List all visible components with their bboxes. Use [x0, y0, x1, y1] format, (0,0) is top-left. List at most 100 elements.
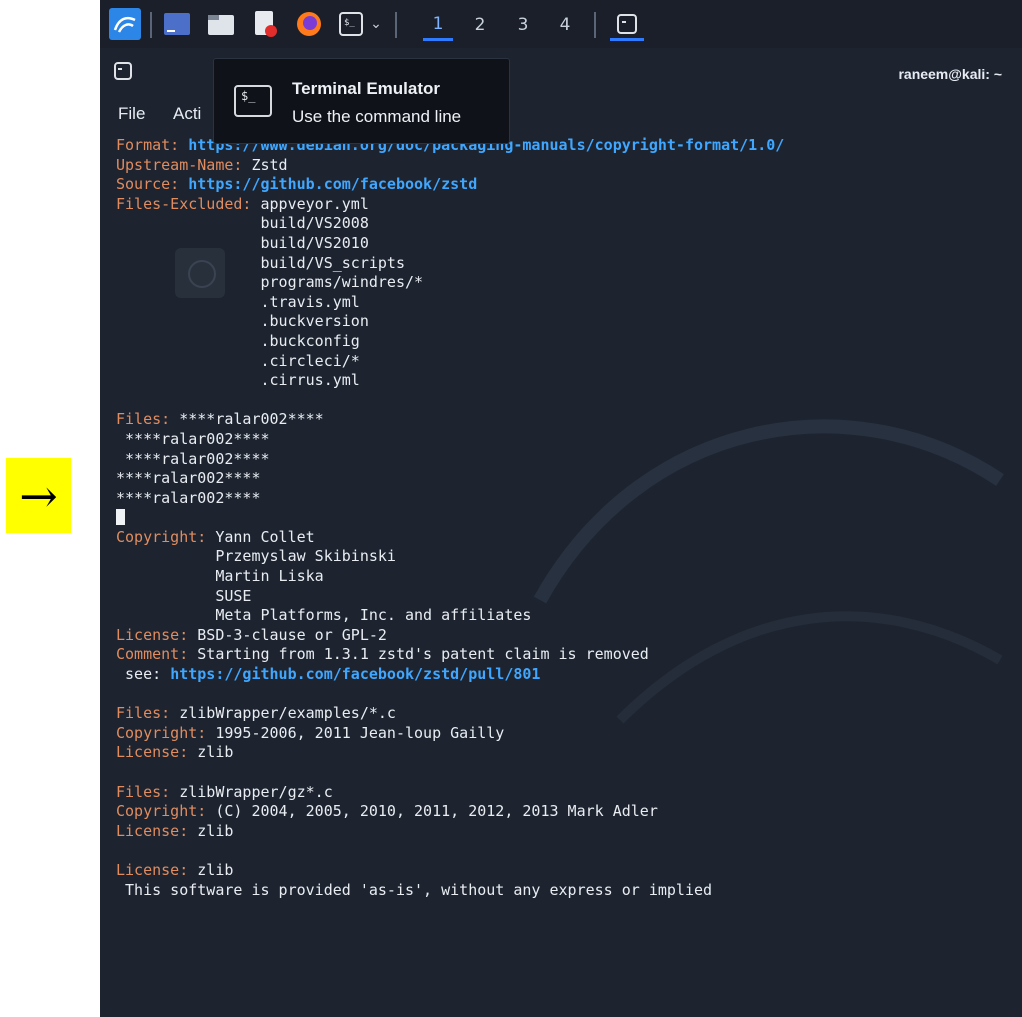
- terminal-line: SUSE: [116, 587, 1006, 607]
- terminal-line: Files: zlibWrapper/gz*.c: [116, 783, 1006, 803]
- terminal-line: Files: zlibWrapper/examples/*.c: [116, 704, 1006, 724]
- field-value: zlibWrapper/gz*.c: [170, 782, 333, 801]
- field-key: License:: [116, 625, 189, 644]
- field-key: Files-Excluded:: [116, 194, 252, 213]
- field-value: zlib: [188, 821, 234, 840]
- terminal-line: License: zlib: [116, 822, 1006, 842]
- terminal-line: see: https://github.com/facebook/zstd/pu…: [116, 665, 1006, 685]
- terminal-line: .buckconfig: [116, 332, 1006, 352]
- tooltip-subtitle: Use the command line: [292, 107, 462, 126]
- firefox-icon[interactable]: [294, 10, 324, 38]
- field-value: This software is provided 'as-is', witho…: [116, 880, 713, 899]
- field-value: ****ralar002****: [170, 410, 324, 429]
- arrow-annotation: →: [6, 458, 71, 533]
- field-value: (C) 2004, 2005, 2010, 2011, 2012, 2013 M…: [206, 802, 658, 821]
- field-key: License:: [116, 860, 189, 879]
- field-value: SUSE: [116, 586, 252, 605]
- field-value: zlib: [188, 860, 234, 879]
- terminal-output[interactable]: Format: https://www.debian.org/doc/packa…: [116, 136, 1006, 900]
- field-value: build/VS2008: [116, 214, 369, 233]
- terminal-line: Copyright: Yann Collet: [116, 528, 1006, 548]
- field-value: Martin Liska: [116, 567, 324, 586]
- terminal-line: Files: ****ralar002****: [116, 410, 1006, 430]
- field-value: zlib: [188, 743, 234, 762]
- terminal-line: [116, 508, 1006, 528]
- field-value: 1995-2006, 2011 Jean-loup Gailly: [206, 723, 505, 742]
- tooltip-title: Terminal Emulator: [292, 79, 440, 98]
- terminal-line: ****ralar002****: [116, 489, 1006, 509]
- terminal-line: License: zlib: [116, 743, 1006, 763]
- workspace-3[interactable]: 3: [508, 9, 538, 41]
- terminal-line: ****ralar002****: [116, 430, 1006, 450]
- window-title: raneem@kali: ~: [898, 66, 1002, 82]
- text-editor-icon[interactable]: [250, 10, 280, 38]
- field-value: ****ralar002****: [116, 488, 261, 507]
- workspace-1[interactable]: 1: [423, 9, 453, 41]
- terminal-line: ****ralar002****: [116, 469, 1006, 489]
- field-value: build/VS_scripts: [116, 253, 405, 272]
- field-value: Starting from 1.3.1 zstd's patent claim …: [188, 645, 649, 664]
- tooltip-terminal-icon: $_: [234, 85, 272, 117]
- tooltip: $_ Terminal Emulator Use the command lin…: [213, 58, 510, 144]
- terminal-line: programs/windres/*: [116, 273, 1006, 293]
- field-value: ****ralar002****: [116, 429, 270, 448]
- field-key: Upstream-Name:: [116, 155, 243, 174]
- url-link[interactable]: https://github.com/facebook/zstd: [188, 175, 477, 193]
- field-value: build/VS2010: [116, 233, 369, 252]
- field-value: .buckversion: [116, 312, 369, 331]
- field-value: zlibWrapper/examples/*.c: [170, 704, 396, 723]
- field-key: Files:: [116, 704, 171, 723]
- terminal-line: Upstream-Name: Zstd: [116, 156, 1006, 176]
- terminal-line: Meta Platforms, Inc. and affiliates: [116, 606, 1006, 626]
- field-value: ****ralar002****: [116, 469, 261, 488]
- field-key: Files:: [116, 410, 171, 429]
- field-value: .circleci/*: [116, 351, 360, 370]
- field-value: [179, 136, 188, 154]
- terminal-line: build/VS2010: [116, 234, 1006, 254]
- field-value: see:: [116, 665, 171, 684]
- field-value: .travis.yml: [116, 292, 360, 311]
- terminal-window-icon[interactable]: [610, 10, 644, 41]
- terminal-line: This software is provided 'as-is', witho…: [116, 881, 1006, 901]
- field-key: Source:: [116, 175, 180, 194]
- field-key: Copyright:: [116, 723, 207, 742]
- terminal-icon[interactable]: $_: [338, 10, 364, 38]
- field-value: BSD-3-clause or GPL-2: [188, 625, 387, 644]
- dropdown-icon[interactable]: ⌄: [368, 10, 384, 38]
- taskbar: $_ ⌄ 1 2 3 4: [100, 0, 1022, 48]
- workspace-2[interactable]: 2: [465, 9, 495, 41]
- field-value: Przemyslaw Skibinski: [116, 547, 396, 566]
- field-value: Zstd: [242, 155, 288, 174]
- field-value: .cirrus.yml: [116, 371, 360, 390]
- terminal-line: Source: https://github.com/facebook/zstd: [116, 175, 1006, 195]
- kali-menu-icon[interactable]: [108, 8, 142, 40]
- terminal-line: License: zlib: [116, 861, 1006, 881]
- field-value: appveyor.yml: [251, 194, 369, 213]
- field-key: Files:: [116, 782, 171, 801]
- field-value: programs/windres/*: [116, 273, 424, 292]
- desktop-icon[interactable]: [162, 10, 192, 38]
- url-link[interactable]: https://github.com/facebook/zstd/pull/80…: [170, 665, 540, 683]
- field-key: Format:: [116, 136, 180, 154]
- terminal-line: Martin Liska: [116, 567, 1006, 587]
- menu-file[interactable]: File: [118, 104, 145, 124]
- field-value: ****ralar002****: [116, 449, 270, 468]
- desktop-screenshot: $_ ⌄ 1 2 3 4 raneem@kali: ~ File Acti Fo…: [100, 0, 1022, 1017]
- field-value: Meta Platforms, Inc. and affiliates: [116, 606, 532, 625]
- workspace-4[interactable]: 4: [550, 9, 580, 41]
- field-value: [179, 175, 188, 193]
- field-value: Yann Collet: [206, 527, 315, 546]
- terminal-line: Copyright: (C) 2004, 2005, 2010, 2011, 2…: [116, 802, 1006, 822]
- terminal-line: ****ralar002****: [116, 450, 1006, 470]
- field-key: Comment:: [116, 645, 189, 664]
- terminal-line: .buckversion: [116, 312, 1006, 332]
- menu-actions[interactable]: Acti: [173, 104, 201, 124]
- file-manager-icon[interactable]: [206, 10, 236, 38]
- svg-text:$_: $_: [344, 18, 355, 28]
- field-key: License:: [116, 821, 189, 840]
- field-value: .buckconfig: [116, 331, 360, 350]
